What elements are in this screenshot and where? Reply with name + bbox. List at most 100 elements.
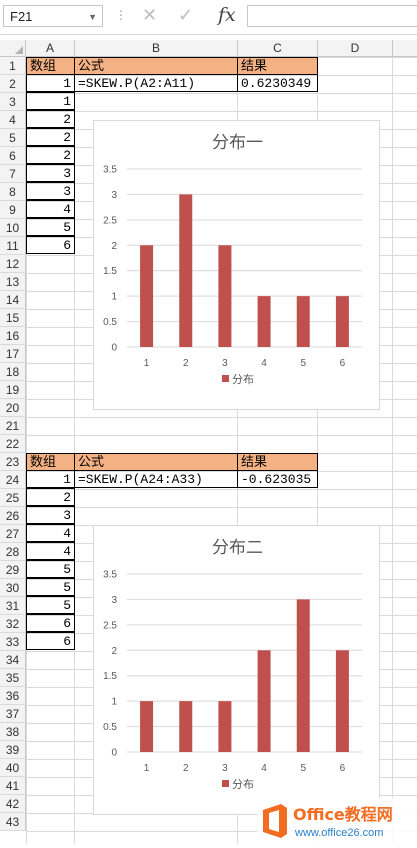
row-header[interactable]: 26 (0, 507, 26, 525)
row-header[interactable]: 28 (0, 543, 26, 561)
table1-formula-cell[interactable]: =SKEW.P(A2:A11) (74, 74, 238, 92)
row-header[interactable]: 31 (0, 597, 26, 615)
bar[interactable] (140, 701, 154, 752)
bar[interactable] (296, 599, 310, 752)
table1-value-cell[interactable]: 1 (26, 74, 75, 92)
row-header[interactable]: 9 (0, 201, 26, 219)
row-header[interactable]: 16 (0, 327, 26, 345)
row-header[interactable]: 17 (0, 345, 26, 363)
insert-function-icon[interactable]: fx (218, 4, 236, 26)
row-header[interactable]: 1 (0, 57, 26, 75)
table2-value-cell[interactable]: 2 (26, 488, 75, 506)
row-header[interactable]: 24 (0, 471, 26, 489)
row-header[interactable]: 5 (0, 129, 26, 147)
bar[interactable] (257, 650, 271, 752)
table1-value-cell[interactable]: 3 (26, 182, 75, 200)
table1-value-cell[interactable]: 2 (26, 146, 75, 164)
table1-value-cell[interactable]: 6 (26, 236, 75, 254)
table1-result-cell[interactable]: 0.6230349 (237, 74, 318, 92)
bar[interactable] (140, 245, 154, 347)
row-header[interactable]: 37 (0, 705, 26, 723)
table1-value-cell[interactable]: 2 (26, 110, 75, 128)
bar[interactable] (296, 296, 310, 347)
bar[interactable] (218, 245, 232, 347)
column-header-e[interactable] (393, 40, 417, 57)
row-header[interactable]: 39 (0, 741, 26, 759)
row-header[interactable]: 20 (0, 399, 26, 417)
chevron-down-icon[interactable]: ▼ (88, 6, 97, 28)
column-header-b[interactable]: B (75, 40, 238, 57)
row-header[interactable]: 10 (0, 219, 26, 237)
table2-value-cell[interactable]: 5 (26, 560, 75, 578)
bar[interactable] (218, 701, 232, 752)
y-tick-label: 1.5 (103, 671, 117, 682)
bar[interactable] (335, 296, 349, 347)
row-header[interactable]: 11 (0, 237, 26, 255)
row-header[interactable]: 8 (0, 183, 26, 201)
table1-header-array[interactable]: 数组 (26, 57, 75, 75)
row-header[interactable]: 14 (0, 291, 26, 309)
table2-value-cell[interactable]: 6 (26, 614, 75, 632)
chart-distribution-1[interactable]: 分布一 0 0.5 1 1.5 2 2.5 3 3.5 1 2 3 4 5 6 分布 (93, 120, 380, 410)
row-header[interactable]: 40 (0, 759, 26, 777)
row-header[interactable]: 22 (0, 435, 26, 453)
column-header-a[interactable]: A (26, 40, 75, 57)
chart-distribution-2[interactable]: 分布二 0 0.5 1 1.5 2 2.5 3 3.5 1 2 3 4 5 6 分布 (93, 525, 380, 815)
table1-header-formula[interactable]: 公式 (74, 57, 238, 75)
table2-value-cell[interactable]: 1 (26, 470, 75, 488)
table2-value-cell[interactable]: 4 (26, 542, 75, 560)
enter-check-icon[interactable]: ✓ (178, 5, 193, 26)
row-header[interactable]: 6 (0, 147, 26, 165)
row-header[interactable]: 35 (0, 669, 26, 687)
table2-formula-cell[interactable]: =SKEW.P(A24:A33) (74, 470, 238, 488)
row-header[interactable]: 36 (0, 687, 26, 705)
row-header[interactable]: 41 (0, 777, 26, 795)
table2-header-array[interactable]: 数组 (26, 453, 75, 471)
row-header[interactable]: 2 (0, 75, 26, 93)
bar[interactable] (179, 194, 193, 347)
row-header[interactable]: 33 (0, 633, 26, 651)
row-header[interactable]: 32 (0, 615, 26, 633)
table2-value-cell[interactable]: 5 (26, 596, 75, 614)
row-header[interactable]: 43 (0, 813, 26, 831)
row-header[interactable]: 23 (0, 453, 26, 471)
row-header[interactable]: 18 (0, 363, 26, 381)
row-header[interactable]: 30 (0, 579, 26, 597)
table2-value-cell[interactable]: 4 (26, 524, 75, 542)
formula-input[interactable] (247, 5, 417, 27)
table2-header-result[interactable]: 结果 (237, 453, 318, 471)
row-header[interactable]: 4 (0, 111, 26, 129)
column-header-d[interactable]: D (318, 40, 393, 57)
row-header[interactable]: 27 (0, 525, 26, 543)
row-header[interactable]: 12 (0, 255, 26, 273)
name-box[interactable]: F21 ▼ (3, 5, 103, 27)
table2-value-cell[interactable]: 5 (26, 578, 75, 596)
row-header[interactable]: 15 (0, 309, 26, 327)
cancel-icon[interactable]: ✕ (142, 5, 157, 26)
row-header[interactable]: 19 (0, 381, 26, 399)
row-header[interactable]: 42 (0, 795, 26, 813)
row-header[interactable]: 34 (0, 651, 26, 669)
bar[interactable] (179, 701, 193, 752)
row-header[interactable]: 25 (0, 489, 26, 507)
row-header[interactable]: 7 (0, 165, 26, 183)
table2-value-cell[interactable]: 3 (26, 506, 75, 524)
table1-header-result[interactable]: 结果 (237, 57, 318, 75)
table1-value-cell[interactable]: 5 (26, 218, 75, 236)
table1-value-cell[interactable]: 4 (26, 200, 75, 218)
row-header[interactable]: 13 (0, 273, 26, 291)
table1-value-cell[interactable]: 2 (26, 128, 75, 146)
bar[interactable] (257, 296, 271, 347)
table1-value-cell[interactable]: 1 (26, 92, 75, 110)
bar[interactable] (335, 650, 349, 752)
row-header[interactable]: 3 (0, 93, 26, 111)
table1-value-cell[interactable]: 3 (26, 164, 75, 182)
column-header-c[interactable]: C (238, 40, 318, 57)
table2-header-formula[interactable]: 公式 (74, 453, 238, 471)
table2-result-cell[interactable]: -0.623035 (237, 470, 318, 488)
select-all-button[interactable] (0, 40, 26, 57)
table2-value-cell[interactable]: 6 (26, 632, 75, 650)
row-header[interactable]: 21 (0, 417, 26, 435)
row-header[interactable]: 38 (0, 723, 26, 741)
row-header[interactable]: 29 (0, 561, 26, 579)
